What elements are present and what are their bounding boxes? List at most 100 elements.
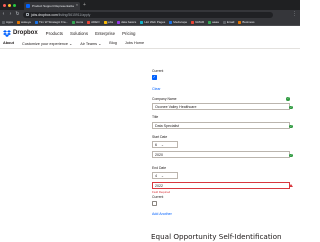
bookmark-label: icons xyxy=(76,20,84,24)
sub-nav-item[interactable]: Customize your experience ⌄ xyxy=(22,41,72,46)
bookmark-favicon-icon xyxy=(238,20,242,24)
title-label: Title xyxy=(152,115,159,119)
bookmark-label: Hot Web Pages xyxy=(144,20,166,24)
bookmark-item[interactable]: data basics xyxy=(117,20,136,24)
lock-icon xyxy=(26,13,29,16)
sub-header: About Customize your experience ⌄ Air Team… xyxy=(0,39,300,49)
sub-nav-item[interactable]: Air Teams ⌄ xyxy=(80,41,101,46)
start-month-select[interactable]: 6 ⌄ xyxy=(152,141,178,148)
dropbox-logo-icon xyxy=(3,29,11,37)
clear-link[interactable]: Clear xyxy=(152,87,161,91)
company-name-value: Oconee Valley Healthcare xyxy=(155,104,197,109)
bookmark-item[interactable]: Apps xyxy=(2,20,13,24)
current-label-bottom: Current xyxy=(152,195,164,199)
bookmark-item[interactable]: wokeye xyxy=(16,20,32,24)
start-date-label: Start Date xyxy=(152,135,168,139)
dropbox-logo[interactable]: Dropbox xyxy=(3,29,38,37)
company-field-check-icon: ✓ xyxy=(289,105,293,110)
forward-icon[interactable]: › xyxy=(7,12,14,17)
chevron-down-icon: ⌄ xyxy=(161,173,164,178)
eeo-section-title: Equal Opportunity Self-Identification xyxy=(151,232,282,241)
logo-text: Dropbox xyxy=(13,30,38,36)
title-value: Data Specialist xyxy=(155,123,179,128)
title-check-icon: ✓ xyxy=(289,124,293,129)
minimize-window-icon[interactable] xyxy=(8,3,11,7)
current-checkbox-checked[interactable]: ✓ xyxy=(152,75,157,80)
end-month-value: 4 xyxy=(155,173,157,178)
bookmark-item[interactable]: Medscape xyxy=(169,20,187,24)
bookmark-favicon-icon xyxy=(16,20,20,24)
end-year-value: 2022 xyxy=(155,183,163,188)
primary-nav-item[interactable]: Enterprise xyxy=(95,31,115,36)
bookmark-favicon-icon xyxy=(72,20,76,24)
end-month-select[interactable]: 4 ⌄ xyxy=(152,172,178,179)
window-controls[interactable] xyxy=(3,3,16,7)
back-icon[interactable]: ‹ xyxy=(0,12,7,17)
company-valid-check-icon: ✓ xyxy=(286,97,290,101)
end-year-field[interactable]: 2022 xyxy=(152,182,293,189)
start-year-check-icon: ✓ xyxy=(289,153,293,158)
close-window-icon[interactable] xyxy=(3,3,6,7)
bookmark-favicon-icon xyxy=(2,20,5,24)
tab-close-icon[interactable]: × xyxy=(76,4,78,8)
bookmark-item[interactable]: Email xyxy=(222,20,235,24)
sub-nav: About Customize your experience ⌄ Air Team… xyxy=(3,41,144,46)
bookmark-favicon-icon xyxy=(191,20,195,24)
bookmark-label: GMAR xyxy=(195,20,205,24)
primary-nav-item[interactable]: Solutions xyxy=(70,31,88,36)
bookmark-item[interactable]: icons xyxy=(72,20,83,24)
maximize-window-icon[interactable] xyxy=(13,3,16,7)
primary-nav-item[interactable]: Products xyxy=(46,31,63,36)
bookmark-label: wokeye xyxy=(20,20,32,24)
start-year-field[interactable]: 2020 ✓ xyxy=(152,151,293,158)
current-checkbox-unchecked[interactable] xyxy=(152,201,157,206)
company-name-field[interactable]: Oconee Valley Healthcare ✓ xyxy=(152,103,293,110)
url-text: jobs.dropbox.com/listing/5615911/apply xyxy=(31,12,91,17)
company-name-label: Company Name xyxy=(152,97,177,101)
sub-nav-item[interactable]: About xyxy=(3,41,14,46)
bookmark-label: jobs xyxy=(107,20,114,24)
bookmark-item[interactable]: ADEO xyxy=(87,20,100,24)
tab-title: Product Support Representative xyxy=(32,4,74,8)
bookmarks-bar: Apps wokeye Tim W Strategic Fra... icons ADE… xyxy=(0,19,300,26)
browser-menu-icon[interactable]: ⋮ xyxy=(292,12,297,17)
browser-tab-bar: Product Support Representative × + xyxy=(0,0,300,10)
bookmark-item[interactable]: aaaa xyxy=(208,20,219,24)
bookmark-favicon-icon xyxy=(222,20,226,24)
address-bar: ‹ › ↻ jobs.dropbox.com/listing/5615911/a… xyxy=(0,10,300,19)
bookmark-favicon-icon xyxy=(140,20,144,24)
bookmark-label: Email xyxy=(226,20,235,24)
url-input[interactable]: jobs.dropbox.com/listing/5615911/apply xyxy=(23,11,273,18)
end-date-label: End Date xyxy=(152,166,167,170)
bookmark-item[interactable]: jobs xyxy=(103,20,114,24)
add-another-link[interactable]: Add Another xyxy=(152,212,172,216)
title-field[interactable]: Data Specialist ✓ xyxy=(152,122,293,129)
bookmark-label: data basics xyxy=(121,20,137,24)
sub-nav-item[interactable]: Jobs Home xyxy=(125,41,144,46)
bookmark-favicon-icon xyxy=(35,20,39,24)
bookmark-favicon-icon xyxy=(117,20,121,24)
chevron-down-icon: ⌄ xyxy=(161,142,164,147)
start-year-value: 2020 xyxy=(155,152,163,157)
bookmark-label: Tim W Strategic Fra... xyxy=(39,20,69,24)
field-required-error: Field Required xyxy=(152,190,171,194)
bookmark-favicon-icon xyxy=(103,20,107,24)
bookmark-item[interactable]: Tim W Strategic Fra... xyxy=(35,20,68,24)
start-month-value: 6 xyxy=(155,142,157,147)
bookmark-item[interactable]: GMAR xyxy=(191,20,204,24)
primary-nav-item[interactable]: Pricing xyxy=(122,31,135,36)
bookmark-favicon-icon xyxy=(208,20,212,24)
dropbox-favicon-icon xyxy=(26,4,30,8)
bookmark-label: ADEO xyxy=(91,20,100,24)
sub-nav-item[interactable]: Blog xyxy=(109,41,117,46)
bookmark-label: Business xyxy=(242,20,255,24)
reload-icon[interactable]: ↻ xyxy=(14,12,21,17)
bookmark-item[interactable]: Hot Web Pages xyxy=(140,20,165,24)
bookmark-favicon-icon xyxy=(87,20,91,24)
new-tab-icon[interactable]: + xyxy=(83,2,86,8)
warning-icon xyxy=(289,184,293,188)
bookmark-label: Medscape xyxy=(173,20,188,24)
browser-tab[interactable]: Product Support Representative × xyxy=(24,2,80,10)
primary-nav: Products Solutions Enterprise Pricing xyxy=(46,31,136,36)
bookmark-item[interactable]: Business xyxy=(238,20,255,24)
